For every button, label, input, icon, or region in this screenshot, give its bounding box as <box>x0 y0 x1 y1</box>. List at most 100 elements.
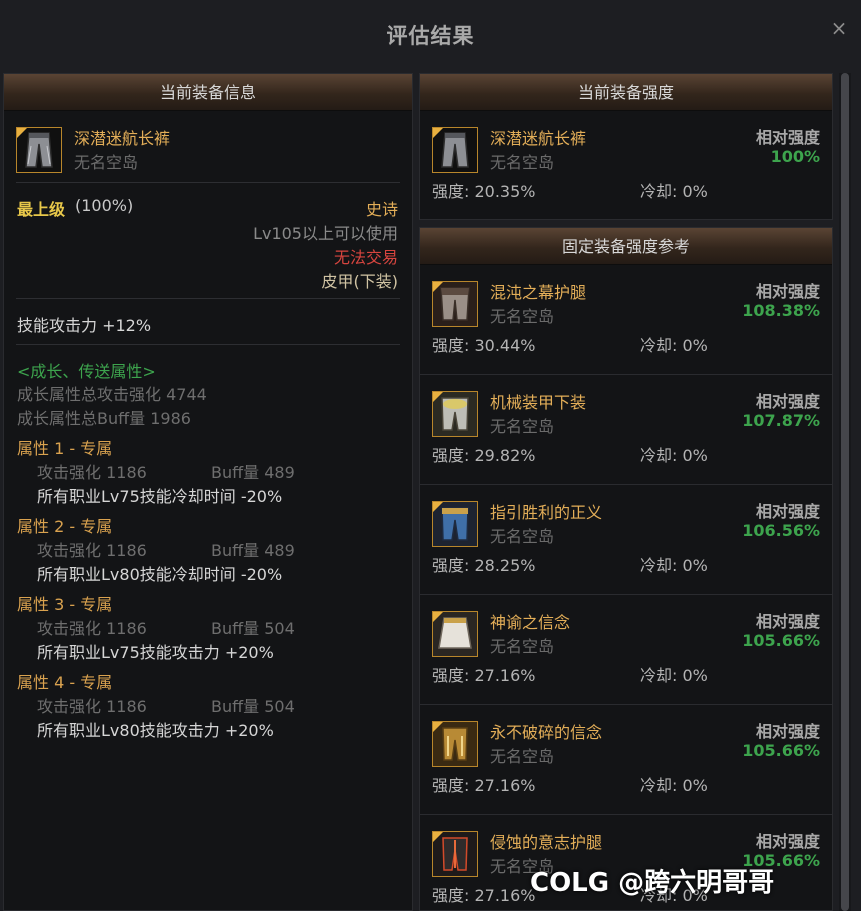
relative-strength-label: 相对强度 <box>755 502 820 521</box>
mech-armor-pants-icon <box>432 391 478 437</box>
divider <box>16 182 400 183</box>
growth-total-buff: 成长属性总Buff量 1986 <box>17 409 191 428</box>
dialog-title: 评估结果 <box>386 24 475 48</box>
relative-strength-label: 相对强度 <box>755 722 820 741</box>
item-name: 深潜迷航长裤 <box>490 129 587 148</box>
fixed-equipment-reference-panel: 固定装备强度参考 混沌之幕护腿 无名空岛 相对强度 108.38% 强度: 30… <box>419 227 833 911</box>
attribute-attack: 攻击强化 1186 <box>37 541 147 560</box>
oracle-skirt-icon <box>432 611 478 657</box>
relative-strength-value: 105.66% <box>742 741 820 760</box>
relative-strength-value: 105.66% <box>742 631 820 650</box>
attribute-title: 属性 3 - 专属 <box>17 595 113 614</box>
cooldown-value: 冷却: 0% <box>640 556 708 575</box>
relative-strength-value: 107.87% <box>742 411 820 430</box>
relative-strength-value: 106.56% <box>742 521 820 540</box>
item-subtitle: 无名空岛 <box>74 153 139 172</box>
strength-value: 强度: 27.16% <box>432 886 536 905</box>
item-name: 混沌之幕护腿 <box>490 283 587 302</box>
strength-row: 强度: 30.44% 冷却: 0% <box>420 330 832 358</box>
divider <box>16 344 400 345</box>
trade-restriction: 无法交易 <box>333 248 398 267</box>
attribute-title: 属性 1 - 专属 <box>17 439 113 458</box>
item-subtitle: 无名空岛 <box>490 747 555 766</box>
attribute-buff: Buff量 504 <box>211 619 295 638</box>
grade-percent: (100%) <box>75 196 134 215</box>
attribute-attack: 攻击强化 1186 <box>37 463 147 482</box>
strength-row: 强度: 29.82% 冷却: 0% <box>420 440 832 468</box>
strength-value: 强度: 30.44% <box>432 336 536 355</box>
relative-strength-label: 相对强度 <box>755 392 820 411</box>
current-equipment-strength-panel: 当前装备强度 深潜迷航长裤 无名空岛 相对强度 100% 强度: 20.35% … <box>419 73 833 220</box>
panel-header: 当前装备强度 <box>420 74 832 111</box>
relative-strength-value: 100% <box>770 147 820 166</box>
rarity-label: 史诗 <box>365 200 398 219</box>
grade-label: 最上级 <box>17 200 66 219</box>
scrollbar-thumb[interactable] <box>841 73 849 911</box>
current-equipment-info-panel: 当前装备信息 深潜迷航长裤 无名空岛 最上级 (100%) 史诗 Lv105以上… <box>3 73 413 911</box>
cooldown-value: 冷却: 0% <box>640 182 708 201</box>
attribute-title: 属性 4 - 专属 <box>17 673 113 692</box>
equipment-slot: 皮甲(下装) <box>321 272 399 291</box>
justice-pants-icon <box>432 501 478 547</box>
attribute-effect: 所有职业Lv75技能冷却时间 -20% <box>37 487 283 506</box>
strength-row: 强度: 27.16% 冷却: 0% <box>420 660 832 688</box>
relative-strength-label: 相对强度 <box>755 128 820 147</box>
dialog-titlebar: 评估结果 × <box>0 0 861 70</box>
equipment-header: 深潜迷航长裤 无名空岛 相对强度 100% <box>420 124 832 176</box>
pants-icon <box>16 127 62 173</box>
strength-row: 强度: 20.35% 冷却: 0% <box>420 176 832 204</box>
cooldown-value: 冷却: 0% <box>640 446 708 465</box>
strength-value: 强度: 20.35% <box>432 182 536 201</box>
pants-icon <box>432 127 478 173</box>
level-requirement: Lv105以上可以使用 <box>253 224 398 243</box>
attribute-attack: 攻击强化 1186 <box>37 619 147 638</box>
item-subtitle: 无名空岛 <box>490 307 555 326</box>
growth-header: <成长、传送属性> <box>17 362 156 381</box>
divider <box>16 298 400 299</box>
unbroken-faith-icon <box>432 721 478 767</box>
item-subtitle: 无名空岛 <box>490 527 555 546</box>
attribute-buff: Buff量 489 <box>211 463 295 482</box>
reference-item[interactable]: 混沌之幕护腿 无名空岛 相对强度 108.38% 强度: 30.44% 冷却: … <box>420 265 832 375</box>
skill-attack-stat: 技能攻击力 +12% <box>17 316 152 335</box>
attribute-buff: Buff量 504 <box>211 697 295 716</box>
item-name: 机械装甲下装 <box>490 393 587 412</box>
attribute-effect: 所有职业Lv80技能冷却时间 -20% <box>37 565 283 584</box>
chaos-greaves-icon <box>432 281 478 327</box>
scrollbar[interactable] <box>839 73 851 911</box>
strength-value: 强度: 27.16% <box>432 666 536 685</box>
item-name: 指引胜利的正义 <box>490 503 603 522</box>
relative-strength-label: 相对强度 <box>755 612 820 631</box>
panel-header: 当前装备信息 <box>4 74 412 111</box>
cooldown-value: 冷却: 0% <box>640 666 708 685</box>
growth-total-attack: 成长属性总攻击强化 4744 <box>17 385 207 404</box>
strength-value: 强度: 29.82% <box>432 446 536 465</box>
relative-strength-label: 相对强度 <box>755 282 820 301</box>
attribute-effect: 所有职业Lv75技能攻击力 +20% <box>37 643 274 662</box>
attribute-buff: Buff量 489 <box>211 541 295 560</box>
item-name: 神谕之信念 <box>490 613 571 632</box>
panel-header: 固定装备强度参考 <box>420 228 832 265</box>
item-name: 深潜迷航长裤 <box>74 129 171 148</box>
item-subtitle: 无名空岛 <box>490 637 555 656</box>
reference-item[interactable]: 指引胜利的正义 无名空岛 相对强度 106.56% 强度: 28.25% 冷却:… <box>420 485 832 595</box>
reference-item[interactable]: 永不破碎的信念 无名空岛 相对强度 105.66% 强度: 27.16% 冷却:… <box>420 705 832 815</box>
close-icon[interactable]: × <box>829 18 849 38</box>
equipment-header: 深潜迷航长裤 无名空岛 <box>4 124 412 176</box>
cooldown-value: 冷却: 0% <box>640 336 708 355</box>
strength-value: 强度: 27.16% <box>432 776 536 795</box>
relative-strength-label: 相对强度 <box>755 832 820 851</box>
strength-row: 强度: 28.25% 冷却: 0% <box>420 550 832 578</box>
strength-row: 强度: 27.16% 冷却: 0% <box>420 770 832 798</box>
reference-item[interactable]: 神谕之信念 无名空岛 相对强度 105.66% 强度: 27.16% 冷却: 0… <box>420 595 832 705</box>
item-name: 侵蚀的意志护腿 <box>490 833 603 852</box>
cooldown-value: 冷却: 0% <box>640 776 708 795</box>
watermark: COLG @跨六明哥哥 <box>530 868 775 898</box>
item-name: 永不破碎的信念 <box>490 723 603 742</box>
reference-item[interactable]: 机械装甲下装 无名空岛 相对强度 107.87% 强度: 29.82% 冷却: … <box>420 375 832 485</box>
attribute-title: 属性 2 - 专属 <box>17 517 113 536</box>
attribute-effect: 所有职业Lv80技能攻击力 +20% <box>37 721 274 740</box>
item-subtitle: 无名空岛 <box>490 417 555 436</box>
attribute-attack: 攻击强化 1186 <box>37 697 147 716</box>
item-subtitle: 无名空岛 <box>490 153 555 172</box>
